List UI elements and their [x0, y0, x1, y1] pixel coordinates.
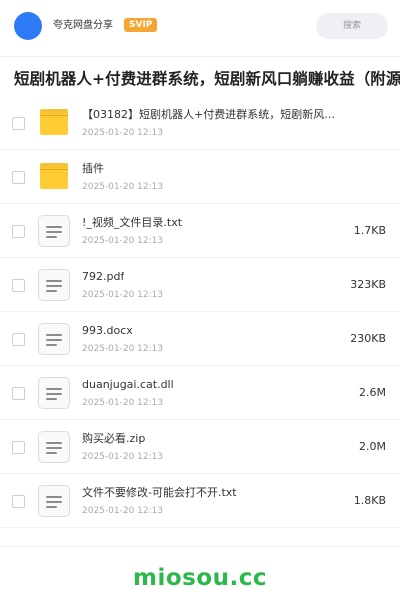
file-name[interactable]: 购买必看.zip [82, 432, 145, 446]
select-checkbox[interactable] [12, 225, 25, 238]
file-size: 323KB [350, 278, 386, 291]
file-icon [38, 323, 70, 355]
app-name: 夸克网盘分享 [53, 20, 113, 31]
file-icon [38, 269, 70, 301]
select-checkbox[interactable] [12, 441, 25, 454]
file-size: 2.6M [359, 386, 386, 399]
file-date: 2025-01-20 12:13 [82, 398, 164, 408]
select-checkbox[interactable] [12, 333, 25, 346]
file-date: 2025-01-20 12:13 [82, 452, 164, 462]
file-size: 1.7KB [353, 224, 386, 237]
footer: miosou.cc [0, 546, 400, 600]
svip-badge: SVIP [124, 18, 158, 32]
file-date: 2025-01-20 12:13 [82, 128, 164, 138]
file-name[interactable]: 993.docx [82, 324, 133, 338]
header: 夸克网盘分享 SVIP 搜索 [0, 0, 400, 52]
file-icon [38, 377, 70, 409]
file-size: 2.0M [359, 440, 386, 453]
select-checkbox[interactable] [12, 279, 25, 292]
file-date: 2025-01-20 12:13 [82, 236, 164, 246]
file-name[interactable]: !_视频_文件目录.txt [82, 216, 182, 230]
list-item[interactable]: duanjugai.cat.dll 2025-01-20 12:13 2.6M [0, 366, 400, 420]
select-checkbox[interactable] [12, 117, 25, 130]
file-name[interactable]: 插件 [82, 162, 104, 176]
list-item[interactable]: 插件 2025-01-20 12:13 [0, 150, 400, 204]
footer-logo[interactable]: miosou.cc [0, 565, 400, 591]
file-date: 2025-01-20 12:13 [82, 182, 164, 192]
select-checkbox[interactable] [12, 387, 25, 400]
file-size: 230KB [350, 332, 386, 345]
search-input[interactable]: 搜索 [316, 13, 388, 39]
file-date: 2025-01-20 12:13 [82, 506, 164, 516]
file-name[interactable]: duanjugai.cat.dll [82, 378, 174, 392]
list-item[interactable]: 【03182】短剧机器人+付费进群系统，短剧新风口… 2025-01-20 12:… [0, 96, 400, 150]
select-checkbox[interactable] [12, 171, 25, 184]
file-icon [38, 431, 70, 463]
list-item[interactable]: 文件不要修改-可能会打不开.txt 2025-01-20 12:13 1.8KB [0, 474, 400, 528]
file-date: 2025-01-20 12:13 [82, 344, 164, 354]
avatar[interactable] [14, 12, 42, 40]
file-icon [38, 215, 70, 247]
list-item[interactable]: !_视频_文件目录.txt 2025-01-20 12:13 1.7KB [0, 204, 400, 258]
list-item[interactable]: 购买必看.zip 2025-01-20 12:13 2.0M [0, 420, 400, 474]
select-checkbox[interactable] [12, 495, 25, 508]
list-item[interactable]: 792.pdf 2025-01-20 12:13 323KB [0, 258, 400, 312]
list-item[interactable]: 993.docx 2025-01-20 12:13 230KB [0, 312, 400, 366]
page-title: 短剧机器人+付费进群系统，短剧新风口躺赚收益（附源码 [14, 70, 400, 88]
file-name[interactable]: 792.pdf [82, 270, 124, 284]
folder-icon [38, 107, 70, 139]
file-size: 1.8KB [353, 494, 386, 507]
file-list: 【03182】短剧机器人+付费进群系统，短剧新风口… 2025-01-20 12:… [0, 96, 400, 528]
file-date: 2025-01-20 12:13 [82, 290, 164, 300]
file-name[interactable]: 文件不要修改-可能会打不开.txt [82, 486, 237, 500]
title-bar: 短剧机器人+付费进群系统，短剧新风口躺赚收益（附源码 [0, 56, 400, 94]
file-icon [38, 485, 70, 517]
file-name[interactable]: 【03182】短剧机器人+付费进群系统，短剧新风口… [82, 108, 344, 122]
folder-icon [38, 161, 70, 193]
